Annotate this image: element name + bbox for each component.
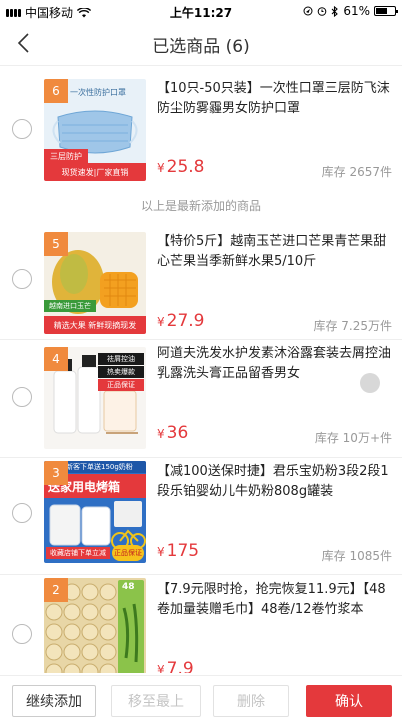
stock-label: 库存 1085件 [321, 549, 392, 563]
thumb-banner: 现货速发|厂家直销 [44, 163, 146, 181]
product-title[interactable]: 【减100送保时捷】君乐宝奶粉3段2段1段乐铂婴幼儿牛奶粉808g罐装 [157, 462, 395, 502]
thumb-badge: 正品保证 [98, 379, 144, 391]
bluetooth-icon [331, 5, 339, 17]
product-item-3[interactable]: 新客下单送150g奶粉 送家用电烤箱 收藏店铺下单立减 正品保证 3 【减100… [0, 457, 402, 575]
price-value: 36 [166, 423, 189, 443]
currency-symbol: ¥ [157, 315, 165, 329]
product-price: ¥7.9 [157, 659, 194, 673]
thumb-badge: 正品保证 [112, 545, 144, 561]
product-item-2[interactable]: 48 2 【7.9元限时抢，抢完恢复11.9元】【48卷加量装赠毛巾】48卷/1… [0, 574, 402, 673]
product-price: ¥25.8 [157, 157, 205, 177]
thumb-badge: 三层防护 [44, 149, 88, 163]
stock-label: 库存 10万+件 [314, 431, 392, 445]
thumb-badge: 越南进口玉芒 [44, 300, 96, 312]
status-right: 61% [303, 4, 398, 18]
item-index-badge: 6 [44, 79, 68, 103]
currency-symbol: ¥ [157, 663, 165, 673]
select-checkbox[interactable] [12, 269, 32, 289]
status-bar: 中国移动 上午11:27 61% [0, 0, 402, 22]
product-thumbnail[interactable]: 祛屑控油 热卖爆款 正品保证 4 [44, 347, 146, 449]
location-icon [303, 6, 313, 16]
product-item-5[interactable]: 越南进口玉芒 精选大果 新鲜现摘现发 5 【特价5斤】越南玉芒进口芒果青芒果甜心… [0, 222, 402, 347]
product-item-4[interactable]: 祛屑控油 热卖爆款 正品保证 4 阿道夫洗发水护发素沐浴露套装去屑控油乳露洗头膏… [0, 339, 402, 457]
item-index-badge: 5 [44, 232, 68, 256]
product-item-6[interactable]: 一次性防护口罩 三层防护 现货速发|厂家直销 6 【10只-50只装】一次性口罩… [0, 67, 402, 187]
select-checkbox[interactable] [12, 387, 32, 407]
delete-button[interactable]: 删除 [213, 685, 289, 717]
product-price: ¥36 [157, 423, 188, 443]
product-thumbnail[interactable]: 越南进口玉芒 精选大果 新鲜现摘现发 5 [44, 232, 146, 334]
product-title[interactable]: 阿道夫洗发水护发素沐浴露套装去屑控油乳露洗头膏正品留香男女 [157, 344, 395, 384]
alarm-icon [318, 7, 327, 16]
page-title: 已选商品 (6) [152, 37, 250, 57]
thumb-banner: 收藏店铺下单立减 [46, 547, 110, 559]
product-title[interactable]: 【7.9元限时抢，抢完恢复11.9元】【48卷加量装赠毛巾】48卷/12卷竹浆本 [157, 580, 395, 620]
continue-add-button[interactable]: 继续添加 [12, 685, 96, 717]
thumb-caption: 一次性防护口罩 [70, 88, 126, 97]
product-title[interactable]: 【10只-50只装】一次性口罩三层防飞沫防尘防雾霾男女防护口罩 [157, 79, 395, 119]
item-index-badge: 2 [44, 578, 68, 602]
select-checkbox[interactable] [12, 119, 32, 139]
price-value: 25.8 [166, 157, 205, 177]
battery-icon [374, 6, 398, 16]
product-title[interactable]: 【特价5斤】越南玉芒进口芒果青芒果甜心芒果当季新鲜水果5/10斤 [157, 232, 395, 272]
thumb-badge: 48 [122, 582, 135, 592]
selected-products-list[interactable]: 一次性防护口罩 三层防护 现货速发|厂家直销 6 【10只-50只装】一次性口罩… [0, 67, 402, 673]
price-value: 27.9 [166, 311, 205, 331]
thumb-banner: 精选大果 新鲜现摘现发 [44, 316, 146, 334]
nav-bar: 已选商品 (6) [0, 22, 402, 66]
recent-added-note: 以上是最新添加的商品 [140, 199, 261, 213]
confirm-button[interactable]: 确认 [306, 685, 392, 717]
product-thumbnail[interactable]: 48 2 [44, 578, 146, 673]
product-price: ¥175 [157, 541, 199, 561]
move-to-top-button[interactable]: 移至最上 [111, 685, 201, 717]
battery-percent: 61% [343, 4, 370, 18]
bottom-action-bar: 继续添加 移至最上 删除 确认 [0, 675, 402, 722]
item-index-badge: 3 [44, 461, 68, 485]
currency-symbol: ¥ [157, 427, 165, 441]
product-thumbnail[interactable]: 新客下单送150g奶粉 送家用电烤箱 收藏店铺下单立减 正品保证 3 [44, 461, 146, 563]
currency-symbol: ¥ [157, 545, 165, 559]
price-value: 7.9 [166, 659, 194, 673]
thumb-badge: 祛屑控油 [98, 353, 144, 365]
product-thumbnail[interactable]: 一次性防护口罩 三层防护 现货速发|厂家直销 6 [44, 79, 146, 181]
select-checkbox[interactable] [12, 624, 32, 644]
price-value: 175 [166, 541, 200, 561]
stock-label: 库存 7.25万件 [313, 319, 392, 333]
select-checkbox[interactable] [12, 503, 32, 523]
item-index-badge: 4 [44, 347, 68, 371]
product-price: ¥27.9 [157, 311, 205, 331]
thumb-badge: 热卖爆款 [98, 366, 144, 378]
thumb-caption: 新客下单送150g奶粉 [66, 463, 133, 471]
stock-label: 库存 2657件 [321, 165, 392, 179]
currency-symbol: ¥ [157, 161, 165, 175]
scroll-indicator[interactable] [360, 373, 380, 393]
